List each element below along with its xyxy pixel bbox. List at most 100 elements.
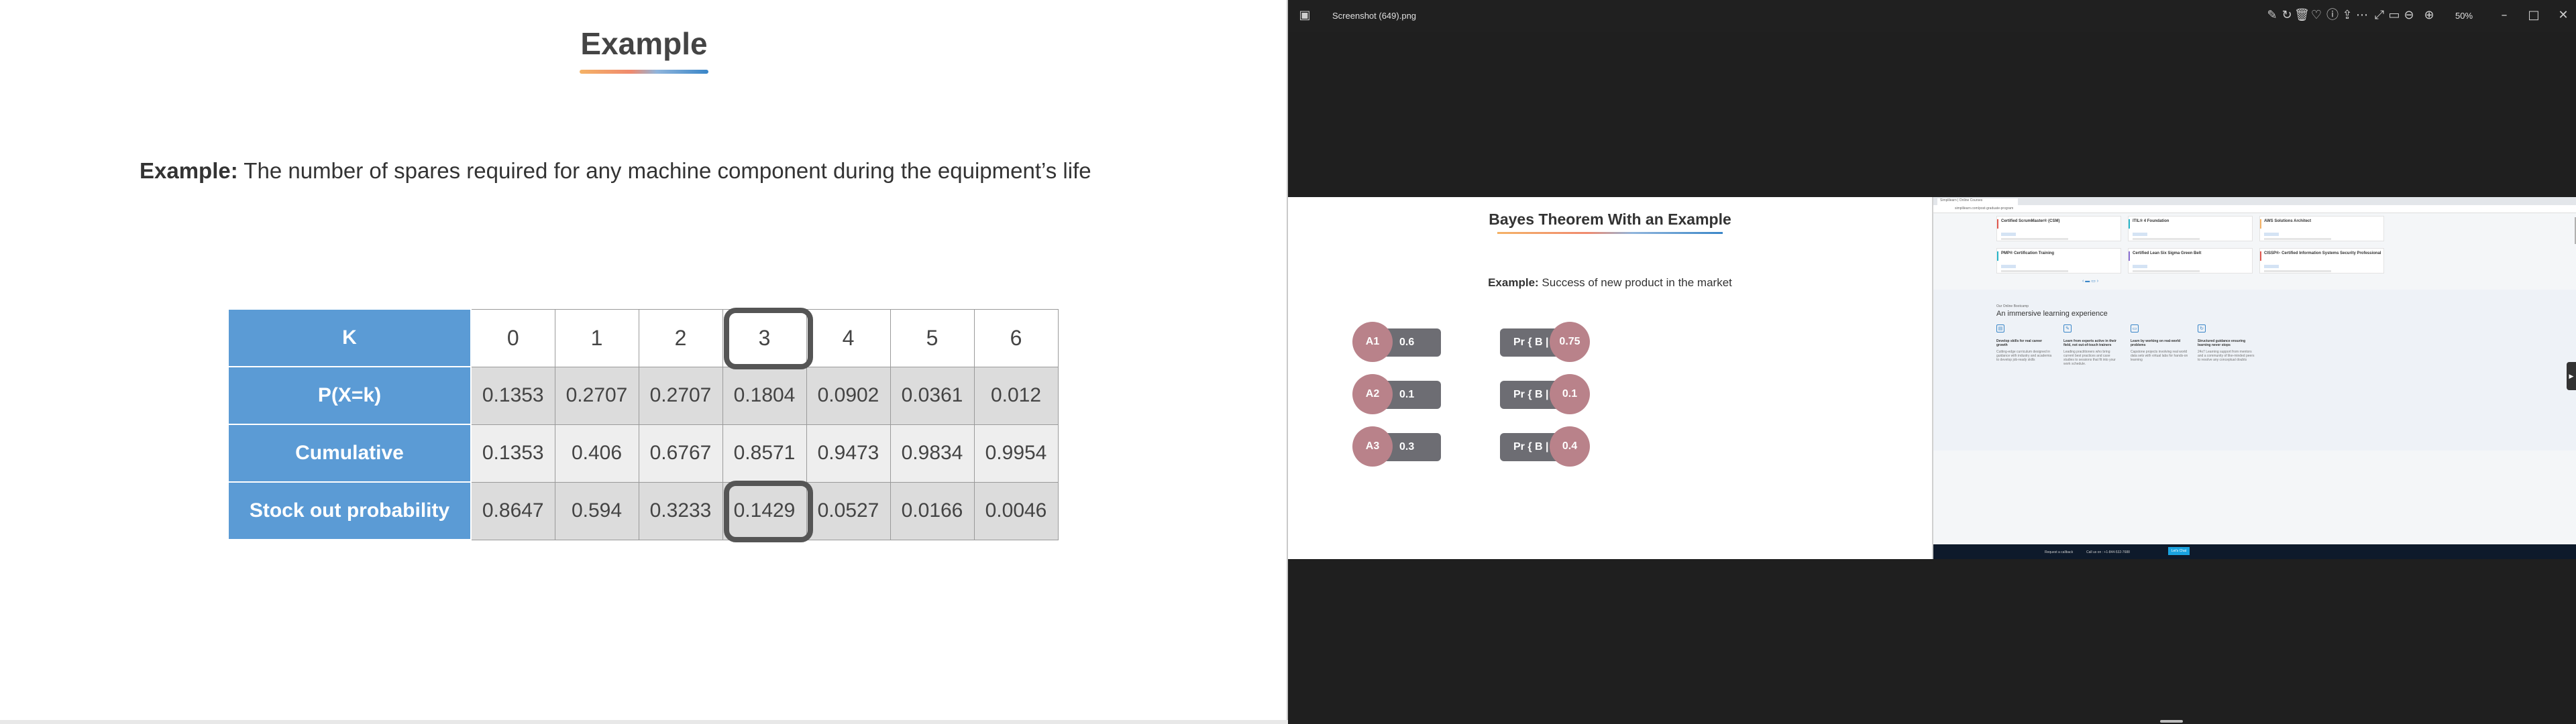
close-icon[interactable]: ✕ xyxy=(2556,8,2571,23)
prior-a3-label: A3 xyxy=(1352,426,1393,467)
table-cell: 0.012 xyxy=(973,366,1059,425)
table-cell: 0.0361 xyxy=(890,366,975,425)
table-cell: 0.8647 xyxy=(470,481,555,540)
table-cell: 4 xyxy=(806,308,891,367)
rotate-icon[interactable]: ↻ xyxy=(2279,8,2294,23)
example-label: Example: xyxy=(140,158,238,183)
side-panel-handle[interactable]: ▶ xyxy=(2567,362,2576,390)
table-cell: 0.3233 xyxy=(638,481,723,540)
zoom-in-icon[interactable]: ⊕ xyxy=(2422,8,2436,23)
course-meta xyxy=(2001,270,2068,272)
feature-item: ▤ Develop skills for real career growth Cu… xyxy=(1996,324,2054,362)
row-header: Cumulative xyxy=(227,424,472,483)
prior-a1-label: A1 xyxy=(1352,322,1393,362)
file-name: Screenshot (649).png xyxy=(1332,11,1417,21)
slide-bottom-bar xyxy=(0,720,1288,724)
course-tag xyxy=(2264,233,2279,236)
course-accent xyxy=(1997,219,1998,229)
row-header: P(X=k) xyxy=(227,366,472,425)
browser-tab: Simplilearn | Online Courses xyxy=(1937,198,2018,205)
cumulative-row: Cumulative 0.1353 0.406 0.6767 0.8571 0.9473 0… xyxy=(227,424,1059,483)
bayes-title-underline xyxy=(1497,232,1723,234)
prior-a2: A2 0.1 xyxy=(1352,374,1441,414)
more-icon[interactable]: ⋯ xyxy=(2355,8,2369,23)
table-cell: 0.0166 xyxy=(890,481,975,540)
table-cell: 0.1804 xyxy=(722,366,807,425)
course-title: AWS Solutions Architect xyxy=(2264,219,2312,223)
feature-title: Learn by working on real-world problems xyxy=(2131,339,2181,347)
feature-item: ↻ Structured guidance ensuring learning n… xyxy=(2198,324,2255,362)
course-title: Certified ScrumMaster® (CSM) xyxy=(2001,219,2060,223)
feature-item: ▭ Learn by working on real-world problems… xyxy=(2131,324,2188,362)
share-icon[interactable]: ⇪ xyxy=(2340,8,2355,23)
likelihood-a1: Pr { B | A1 } 0.75 xyxy=(1500,322,1590,376)
chat-button[interactable]: Let's Chat xyxy=(2168,547,2190,555)
feature-icon: ✎ xyxy=(2063,324,2072,333)
slide-title: Example xyxy=(580,26,708,61)
call-us-link[interactable]: Call us on : +1-844-532-7688 xyxy=(2086,550,2130,554)
stockout-row: Stock out probability 0.8647 0.594 0.3233 0.… xyxy=(227,481,1059,540)
likelihood-a2-value: 0.1 xyxy=(1550,374,1590,414)
course-tag xyxy=(2133,233,2147,236)
probability-table: K 0 1 2 3 4 5 6 P(X=k) 0.1353 0.2707 0.2707 0.1804 0.… xyxy=(227,308,1059,540)
sticky-footer: Request a callback Call us on : +1-844-5… xyxy=(1933,544,2576,559)
table-cell: 0.2707 xyxy=(638,366,723,425)
section-eyebrow: Our Online Bootcamp xyxy=(1996,304,2029,308)
minimize-icon[interactable]: – xyxy=(2497,8,2512,23)
fullscreen-icon[interactable]: ⤢ xyxy=(2372,8,2387,23)
callback-link[interactable]: Request a callback xyxy=(2045,550,2073,554)
prior-a1: A1 0.6 xyxy=(1352,322,1441,362)
feature-desc: Cutting-edge curriculum designed in guid… xyxy=(1996,350,2052,362)
prior-a2-label: A2 xyxy=(1352,374,1393,414)
favorite-icon[interactable]: ♡ xyxy=(2309,8,2324,23)
zoom-level[interactable]: 50% xyxy=(2455,11,2473,21)
course-card: Certified Lean Six Sigma Green Belt xyxy=(2128,248,2253,274)
table-cell: 0.406 xyxy=(554,424,639,483)
course-title: Certified Lean Six Sigma Green Belt xyxy=(2133,251,2202,255)
fit-icon[interactable]: ▭ xyxy=(2387,8,2402,23)
carousel-pager[interactable]: ‹ ▬ ▭ › xyxy=(2082,278,2098,284)
maximize-icon[interactable]: □ xyxy=(2526,8,2541,23)
course-accent xyxy=(2129,251,2130,261)
feature-title: Learn from experts active in their field… xyxy=(2063,339,2116,347)
prior-a3: A3 0.3 xyxy=(1352,426,1441,467)
pmf-row: P(X=k) 0.1353 0.2707 0.2707 0.1804 0.0902 0.03… xyxy=(227,366,1059,425)
browser-tab-strip: Simplilearn | Online Courses xyxy=(1933,197,2576,205)
course-card: PMP® Certification Training xyxy=(1996,248,2121,274)
delete-icon[interactable]: 🗑 xyxy=(2294,8,2310,23)
table-cell: 0.9954 xyxy=(973,424,1059,483)
course-meta xyxy=(2264,238,2331,240)
table-cell: 0.0902 xyxy=(806,366,891,425)
course-card: CISSP®- Certified Information Systems Se… xyxy=(2259,248,2384,274)
feature-title: Develop skills for real career growth xyxy=(1996,339,2043,347)
course-meta xyxy=(2001,238,2068,240)
gallery-icon[interactable]: ▣ xyxy=(1297,8,1312,23)
table-cell: 0.0527 xyxy=(806,481,891,540)
prior-a1-value: 0.6 xyxy=(1399,337,1415,348)
table-cell: 0.2707 xyxy=(554,366,639,425)
bayes-example: Example: Success of new product in the m… xyxy=(1288,276,1932,290)
feature-desc: Capstone projects involving real world d… xyxy=(2131,350,2188,362)
table-cell: 0 xyxy=(470,308,555,367)
example-text: The number of spares required for any ma… xyxy=(237,158,1091,183)
course-tag xyxy=(2001,265,2016,268)
zoom-out-icon[interactable]: ⊖ xyxy=(2402,8,2416,23)
table-cell: 0.9473 xyxy=(806,424,891,483)
filmstrip-indicator[interactable] xyxy=(2160,720,2183,723)
webpage-screenshot: Simplilearn | Online Courses simplilearn… xyxy=(1932,197,2576,559)
bayes-example-label: Example: xyxy=(1488,276,1539,289)
course-tag xyxy=(2133,265,2147,268)
course-accent xyxy=(2129,219,2130,229)
example-statement: Example: The number of spares required f… xyxy=(140,158,1091,184)
k-row: K0123456 xyxy=(227,308,1059,367)
table-cell: 0.6767 xyxy=(638,424,723,483)
highlight-box-stockout-k3 xyxy=(724,481,813,542)
row-header: K xyxy=(227,308,472,367)
info-icon[interactable]: ⓘ xyxy=(2325,8,2340,23)
edit-icon[interactable]: ✎ xyxy=(2265,8,2279,23)
viewer-toolbar: ▣ Screenshot (649).png ✎ ↻ 🗑 ♡ ⓘ ⇪ ⋯ ⤢ ▭… xyxy=(1288,0,2576,32)
browser-url: simplilearn.com/post-graduate-program xyxy=(1955,206,2014,210)
course-meta xyxy=(2133,238,2200,240)
feature-desc: 24x7 Learning support from mentors and a… xyxy=(2198,350,2255,362)
table-cell: 1 xyxy=(554,308,639,367)
